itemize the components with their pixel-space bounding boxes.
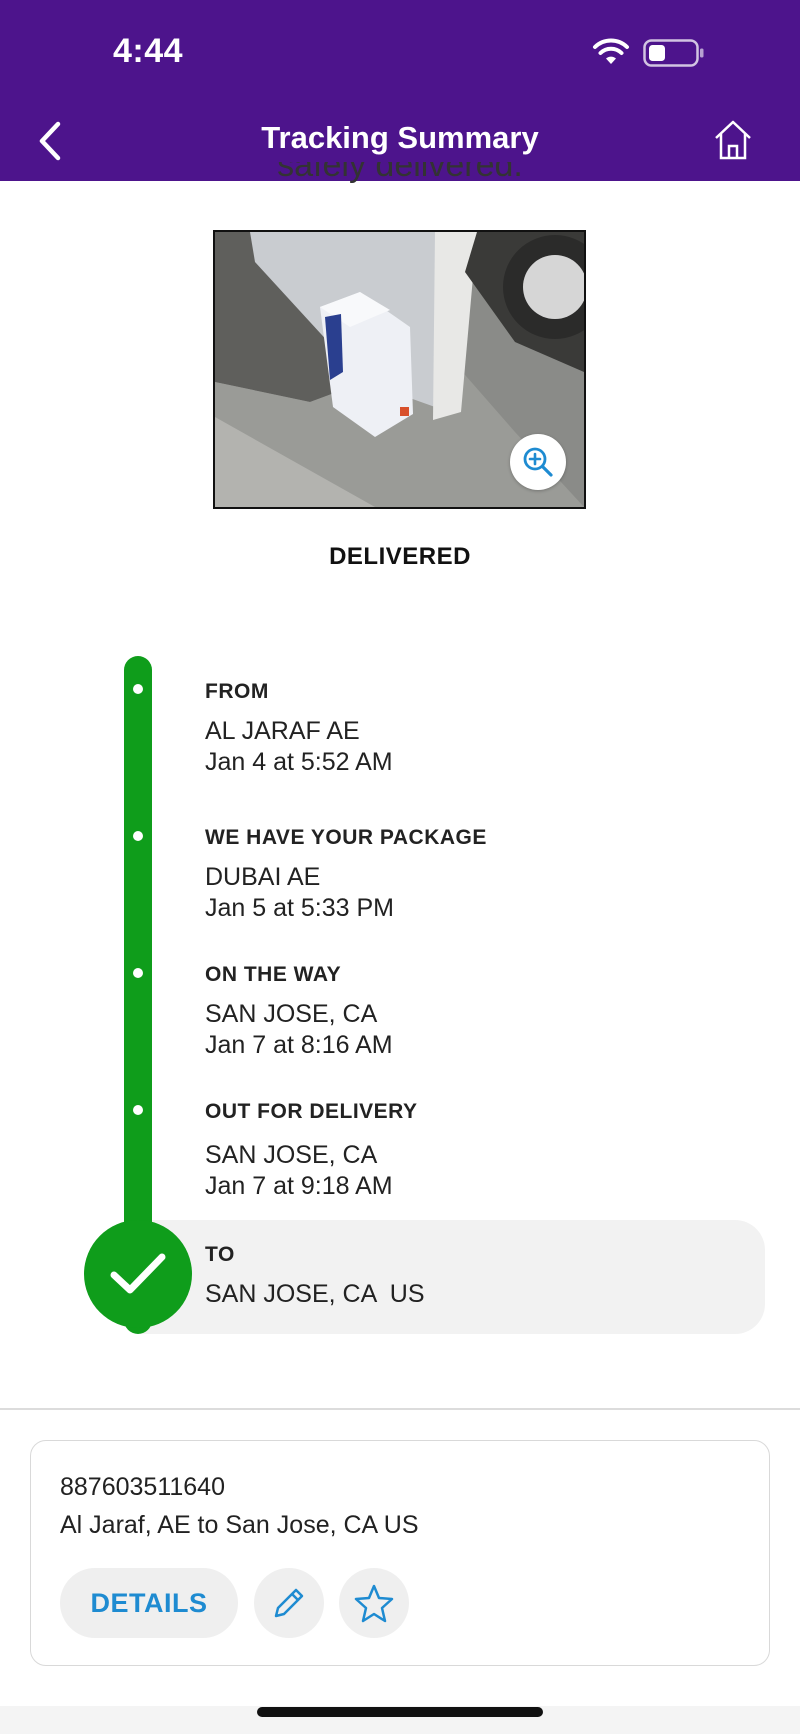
- timeline-event-location: SAN JOSE, CA US: [205, 1280, 425, 1308]
- timeline-event-title: WE HAVE YOUR PACKAGE: [205, 826, 487, 849]
- pencil-icon: [274, 1588, 304, 1618]
- timeline-event-time: Jan 5 at 5:33 PM: [205, 894, 395, 922]
- zoom-photo-button[interactable]: [510, 434, 566, 490]
- timeline-event-time: Jan 7 at 8:16 AM: [205, 1031, 393, 1059]
- home-icon: [715, 120, 751, 160]
- tracking-number: 887603511640: [60, 1473, 225, 1501]
- delivered-check-badge: [84, 1220, 192, 1328]
- timeline-event-title: TO: [205, 1243, 235, 1266]
- timeline-event-out-for-delivery: OUT FOR DELIVERY SAN JOSE, CA Jan 7 at 9…: [205, 1100, 418, 1202]
- timeline-event-location: SAN JOSE, CA: [205, 1141, 378, 1169]
- shipment-route: Al Jaraf, AE to San Jose, CA US: [60, 1511, 419, 1539]
- shipment-summary-card: 887603511640 Al Jaraf, AE to San Jose, C…: [30, 1440, 770, 1666]
- timeline-event-location: SAN JOSE, CA: [205, 1000, 378, 1028]
- status-time: 4:44: [113, 32, 184, 70]
- timeline-event-title: OUT FOR DELIVERY: [205, 1100, 418, 1123]
- section-divider: [0, 1408, 800, 1410]
- page-title: Tracking Summary: [261, 120, 539, 155]
- timeline-event-time: Jan 4 at 5:52 AM: [205, 748, 393, 776]
- edit-nickname-button[interactable]: [254, 1568, 324, 1638]
- timeline-dot: [133, 1105, 143, 1115]
- home-button[interactable]: [711, 116, 755, 164]
- timeline-dot: [133, 684, 143, 694]
- timeline-event-location: DUBAI AE: [205, 863, 321, 891]
- delivery-status-label: DELIVERED: [329, 543, 471, 570]
- timeline-event-title: ON THE WAY: [205, 963, 342, 986]
- delivery-message: safely delivered.: [0, 162, 800, 184]
- timeline-event-time: Jan 7 at 9:18 AM: [205, 1172, 393, 1200]
- zoom-in-icon: [523, 447, 553, 477]
- battery-icon: [643, 39, 704, 67]
- checkmark-icon: [110, 1253, 166, 1294]
- timeline-event-picked-up: WE HAVE YOUR PACKAGE DUBAI AE Jan 5 at 5…: [205, 826, 487, 924]
- app-header: 4:44 Tracking Summary: [0, 0, 800, 181]
- details-button[interactable]: DETAILS: [60, 1568, 238, 1638]
- wifi-icon: [593, 38, 629, 64]
- timeline-event-location: AL JARAF AE: [205, 717, 360, 745]
- timeline-event-on-the-way: ON THE WAY SAN JOSE, CA Jan 7 at 8:16 AM: [205, 963, 393, 1061]
- favorite-button[interactable]: [339, 1568, 409, 1638]
- home-indicator[interactable]: [257, 1707, 543, 1717]
- timeline-dot: [133, 968, 143, 978]
- timeline-event-title: FROM: [205, 680, 269, 703]
- star-icon: [354, 1584, 394, 1623]
- timeline-event-to: TO SAN JOSE, CA US: [205, 1243, 425, 1310]
- timeline-event-from: FROM AL JARAF AE Jan 4 at 5:52 AM: [205, 680, 393, 778]
- timeline-dot: [133, 831, 143, 841]
- delivery-message-text: safely delivered.: [277, 162, 523, 184]
